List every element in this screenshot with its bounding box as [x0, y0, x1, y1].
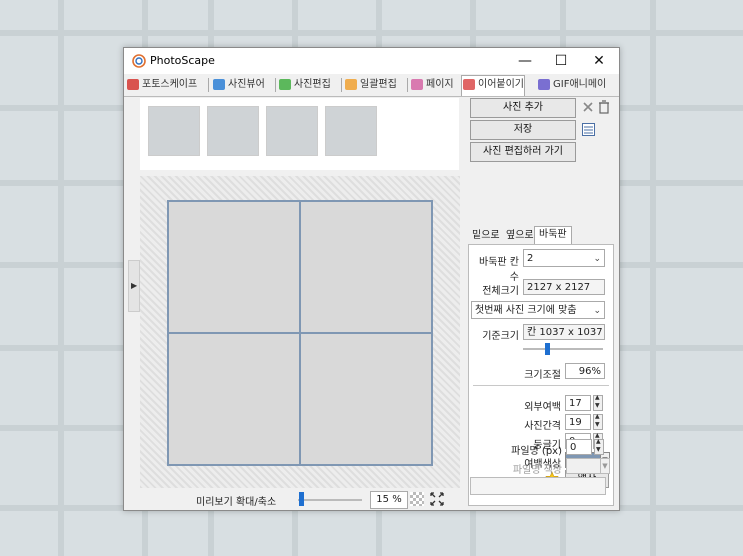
total-size-value: 2127 x 2127	[523, 279, 605, 295]
chevron-down-icon: ⌄	[593, 254, 601, 264]
photoscape-window: PhotoScape — ☐ ✕ 포토스케이프 사진뷰어 사진편집 일괄편집 페…	[123, 47, 620, 511]
tab-page[interactable]: 페이지	[410, 76, 454, 94]
outer-margin-input[interactable]: 17	[565, 395, 591, 411]
trash-icon[interactable]	[598, 100, 610, 114]
subtab-grid[interactable]: 바둑판	[534, 226, 572, 245]
thumbnail[interactable]	[325, 106, 377, 156]
tab-batch[interactable]: 일괄편집	[344, 76, 397, 94]
layout-subtabs: 밑으로 옆으로 바둑판	[468, 226, 612, 245]
zoom-label: 미리보기 확대/축소	[196, 497, 277, 508]
go-edit-button[interactable]: 사진 편집하러 가기	[470, 142, 576, 162]
zoom-value[interactable]: 15 %	[370, 491, 408, 509]
main-tabs: 포토스케이프 사진뷰어 사진편집 일괄편집 페이지 이어붙이기 GIF애니메이	[124, 74, 619, 97]
add-photo-button[interactable]: 사진 추가	[470, 98, 576, 118]
tab-batch-icon	[345, 79, 357, 90]
tab-combine-icon	[463, 79, 475, 90]
tab-photoscape[interactable]: 포토스케이프	[126, 76, 197, 94]
list-icon[interactable]	[582, 123, 595, 136]
base-size-label: 기준크기	[482, 331, 519, 342]
base-size-value: 칸 1037 x 1037	[523, 324, 605, 340]
thumbnail-strip	[140, 98, 459, 170]
subtab-side[interactable]: 옆으로	[502, 228, 538, 244]
preview-zoom-bar: 미리보기 확대/축소 15 %	[140, 488, 460, 510]
window-title: PhotoScape	[150, 54, 215, 67]
thumbnail[interactable]	[207, 106, 259, 156]
subtab-down[interactable]: 밑으로	[468, 228, 504, 244]
tab-gif[interactable]: GIF애니메이	[537, 76, 606, 94]
scale-input[interactable]: 96%	[565, 363, 605, 379]
title-bar: PhotoScape — ☐ ✕	[124, 48, 619, 74]
collage-cell	[169, 334, 299, 464]
photo-gap-spinner[interactable]	[593, 413, 603, 430]
zoom-slider-track[interactable]	[298, 499, 362, 501]
remove-icon[interactable]	[582, 101, 594, 113]
save-button[interactable]: 저장	[470, 120, 576, 140]
filename-spinner[interactable]	[594, 438, 604, 455]
filename-label: 파일명 (px)	[511, 446, 562, 457]
base-size-slider-thumb[interactable]	[545, 343, 550, 355]
maximize-button[interactable]: ☐	[542, 48, 580, 74]
filename-input[interactable]: 0	[566, 439, 592, 455]
filename-color-label: 파일명 색상	[512, 465, 562, 476]
chevron-down-icon[interactable]: ▼	[600, 458, 610, 474]
fit-mode-select[interactable]: 첫번째 사진 크기에 맞춤 ⌄	[471, 301, 605, 319]
tab-editor-icon	[279, 79, 291, 90]
collage-cell	[169, 202, 299, 332]
zoom-slider-thumb[interactable]	[299, 492, 305, 506]
status-field	[470, 477, 606, 495]
minimize-button[interactable]: —	[506, 48, 544, 74]
tab-page-icon	[411, 79, 423, 90]
grid-count-label: 바둑판 칸 수	[479, 257, 519, 283]
collage-cell	[301, 334, 431, 464]
total-size-label: 전체크기	[482, 286, 519, 297]
chevron-right-icon: ▶	[131, 281, 138, 290]
side-collapse-handle[interactable]: ▶	[128, 260, 140, 312]
photo-gap-label: 사진간격	[524, 421, 561, 432]
photo-gap-input[interactable]: 19	[565, 414, 591, 430]
filename-color-swatch[interactable]	[566, 458, 602, 474]
outer-margin-spinner[interactable]	[593, 394, 603, 411]
fit-icon[interactable]	[430, 492, 444, 506]
preview-canvas[interactable]	[140, 176, 460, 488]
tab-photoscape-icon	[127, 79, 139, 90]
collage-preview	[167, 200, 433, 466]
tab-viewer[interactable]: 사진뷰어	[212, 76, 265, 94]
scale-label: 크기조절	[524, 370, 561, 381]
grid-count-select[interactable]: 2 ⌄	[523, 249, 605, 267]
thumbnail[interactable]	[266, 106, 318, 156]
close-button[interactable]: ✕	[580, 48, 618, 74]
chevron-down-icon: ⌄	[593, 306, 601, 316]
outer-margin-label: 외부여백	[524, 402, 561, 413]
thumbnail[interactable]	[148, 106, 200, 156]
tab-gif-icon	[538, 79, 550, 90]
collage-cell	[301, 202, 431, 332]
tab-combine[interactable]: 이어붙이기	[461, 75, 525, 96]
transparency-icon[interactable]	[410, 492, 424, 506]
tab-viewer-icon	[213, 79, 225, 90]
tab-editor[interactable]: 사진편집	[278, 76, 331, 94]
photoscape-icon	[132, 54, 146, 68]
base-size-slider-track[interactable]	[523, 348, 603, 350]
